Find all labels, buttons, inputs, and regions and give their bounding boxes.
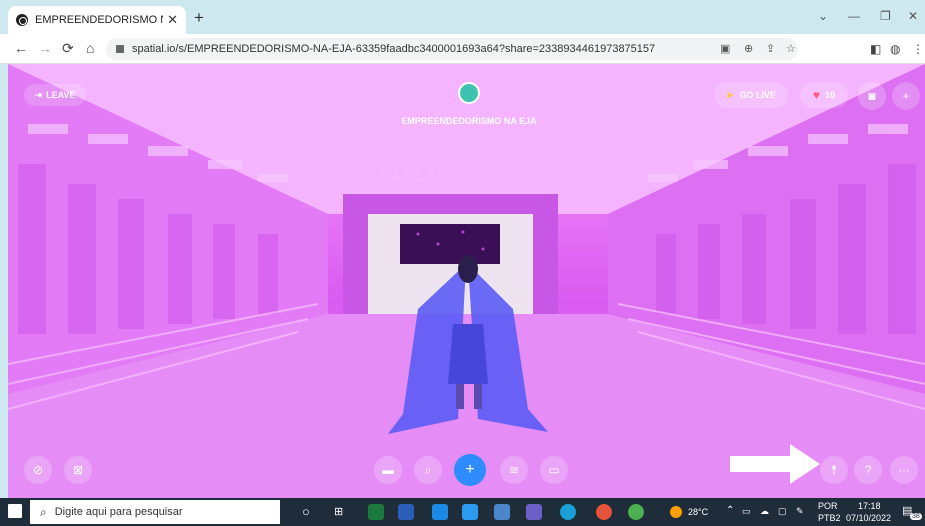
address-bar[interactable]: spatial.io/s/EMPREENDEDORISMO-NA-EJA-633… <box>106 38 798 60</box>
video-off-icon: ⊠ <box>72 463 84 477</box>
input-language-line2[interactable]: PTB2 <box>818 513 841 523</box>
reload-icon[interactable]: ⟳ <box>62 40 74 57</box>
share-screen-button[interactable]: ≋ <box>500 456 528 484</box>
tab-title: EMPREENDEDORISMO NA EJA | <box>35 14 163 26</box>
lock-icon <box>116 45 124 53</box>
camera-icon: ◙ <box>868 89 876 103</box>
gallery-sign: GALLERY <box>380 166 462 185</box>
mic-off-icon: ⊘ <box>32 463 44 477</box>
window-close-button[interactable]: ✕ <box>908 9 918 23</box>
tab-close-button[interactable]: ✕ <box>167 12 178 28</box>
likes-button[interactable]: ♥ 10 <box>800 82 848 108</box>
cortana-icon[interactable]: ○ <box>302 504 310 519</box>
content-button[interactable]: ▬ <box>374 456 402 484</box>
invite-button[interactable]: + <box>892 82 920 110</box>
translate-icon[interactable]: ▣ <box>720 42 730 55</box>
skype-app-icon[interactable] <box>432 504 448 520</box>
window-restore-button[interactable]: ❐ <box>880 9 891 23</box>
display-icon[interactable]: ▢ <box>778 506 787 517</box>
space-title: EMPREENDEDORISMO NA EJA <box>401 116 537 126</box>
window-minimize-button[interactable]: — <box>848 9 860 23</box>
leave-label: LEAVE <box>46 90 76 100</box>
weather-temperature[interactable]: 28°C <box>688 507 708 517</box>
chrome-profile-app-icon[interactable] <box>628 504 644 520</box>
profile-icon[interactable]: ◍ <box>890 42 900 56</box>
share-screen-icon: ≋ <box>508 463 520 477</box>
forward-arrow-icon[interactable]: → <box>38 40 52 56</box>
tray-expand-icon[interactable]: ⌃ <box>726 505 734 516</box>
menu-kebab-icon[interactable]: ⋮ <box>912 42 924 56</box>
help-icon: ? <box>864 463 872 477</box>
clock-date[interactable]: 07/10/2022 <box>846 513 891 523</box>
search-button[interactable]: ⌕ <box>414 456 442 484</box>
mute-mic-button[interactable]: ⊘ <box>24 456 52 484</box>
more-button[interactable]: ··· <box>890 456 918 484</box>
input-language-line1[interactable]: POR <box>818 501 838 511</box>
go-live-label: GO LIVE <box>739 90 777 100</box>
exit-icon: ⇥ <box>34 89 43 100</box>
edge-app-icon[interactable] <box>560 504 576 520</box>
camera-button[interactable]: ◙ <box>858 82 886 110</box>
likes-count: 10 <box>825 90 836 100</box>
spatial-3d-viewport[interactable]: GALLERY ⇥ LEAVE EMPREENDEDORISMO NA EJA … <box>8 64 925 498</box>
task-view-icon[interactable]: ⊞ <box>334 505 343 518</box>
network-icon[interactable]: ▭ <box>742 506 751 517</box>
share-icon[interactable]: ⇪ <box>766 42 775 55</box>
word-app-icon[interactable] <box>398 504 414 520</box>
back-arrow-icon[interactable]: ← <box>14 40 28 56</box>
search-placeholder: Digite aqui para pesquisar <box>54 506 183 518</box>
heart-icon: ♥ <box>812 88 821 102</box>
search-icon: ⌕ <box>40 504 47 519</box>
space-logo-icon <box>458 82 480 104</box>
tab-search-icon[interactable]: ⌄ <box>818 9 828 23</box>
add-content-button[interactable]: + <box>454 454 486 486</box>
browser-tabstrip: EMPREENDEDORISMO NA EJA | ✕ + ⌄ — ❐ ✕ <box>0 0 925 34</box>
leave-button[interactable]: ⇥ LEAVE <box>24 84 86 106</box>
file-explorer-icon[interactable] <box>462 504 478 520</box>
search-icon: ⌕ <box>424 462 432 477</box>
url-text: spatial.io/s/EMPREENDEDORISMO-NA-EJA-633… <box>132 43 656 55</box>
plus-icon: + <box>465 461 475 478</box>
more-icon: ··· <box>898 463 910 477</box>
emote-button[interactable]: ☨ <box>820 456 848 484</box>
windows-start-icon[interactable] <box>8 504 22 518</box>
broadcast-icon: ➤ <box>725 89 734 100</box>
weather-sun-icon[interactable] <box>670 506 682 518</box>
help-button[interactable]: ? <box>854 456 882 484</box>
camera-off-button[interactable]: ⊠ <box>64 456 92 484</box>
taskbar-search-box[interactable]: ⌕ Digite aqui para pesquisar <box>30 500 280 524</box>
side-panel-icon[interactable]: ◧ <box>870 42 881 56</box>
go-live-button[interactable]: ➤ GO LIVE <box>714 82 788 108</box>
chat-button[interactable]: ▭ <box>540 456 568 484</box>
add-user-icon: + <box>902 89 910 103</box>
folder-icon: ▬ <box>382 463 394 477</box>
spatial-favicon-icon <box>16 14 28 26</box>
clock-time[interactable]: 17:18 <box>858 501 881 511</box>
teams-app-icon[interactable] <box>526 504 542 520</box>
excel-app-icon[interactable] <box>368 504 384 520</box>
gallery-hall-render <box>8 64 925 498</box>
browser-toolbar: ← → ⟳ ⌂ spatial.io/s/EMPREENDEDORISMO-NA… <box>0 34 925 64</box>
outlook-app-icon[interactable] <box>494 504 510 520</box>
windows-taskbar: ⌕ Digite aqui para pesquisar ○ ⊞ 28°C ⌃ … <box>0 498 925 526</box>
home-icon[interactable]: ⌂ <box>86 40 94 56</box>
bookmark-star-icon[interactable]: ☆ <box>786 42 796 55</box>
chrome-app-icon[interactable] <box>596 504 612 520</box>
pen-icon[interactable]: ✎ <box>796 506 804 517</box>
zoom-icon[interactable]: ⊕ <box>744 42 753 55</box>
browser-tab[interactable]: EMPREENDEDORISMO NA EJA | ✕ <box>8 6 186 34</box>
onedrive-icon[interactable]: ☁ <box>760 506 769 517</box>
notification-badge: 38 <box>910 513 922 520</box>
new-tab-button[interactable]: + <box>194 8 204 28</box>
chat-icon: ▭ <box>548 463 560 477</box>
person-icon: ☨ <box>830 463 838 477</box>
